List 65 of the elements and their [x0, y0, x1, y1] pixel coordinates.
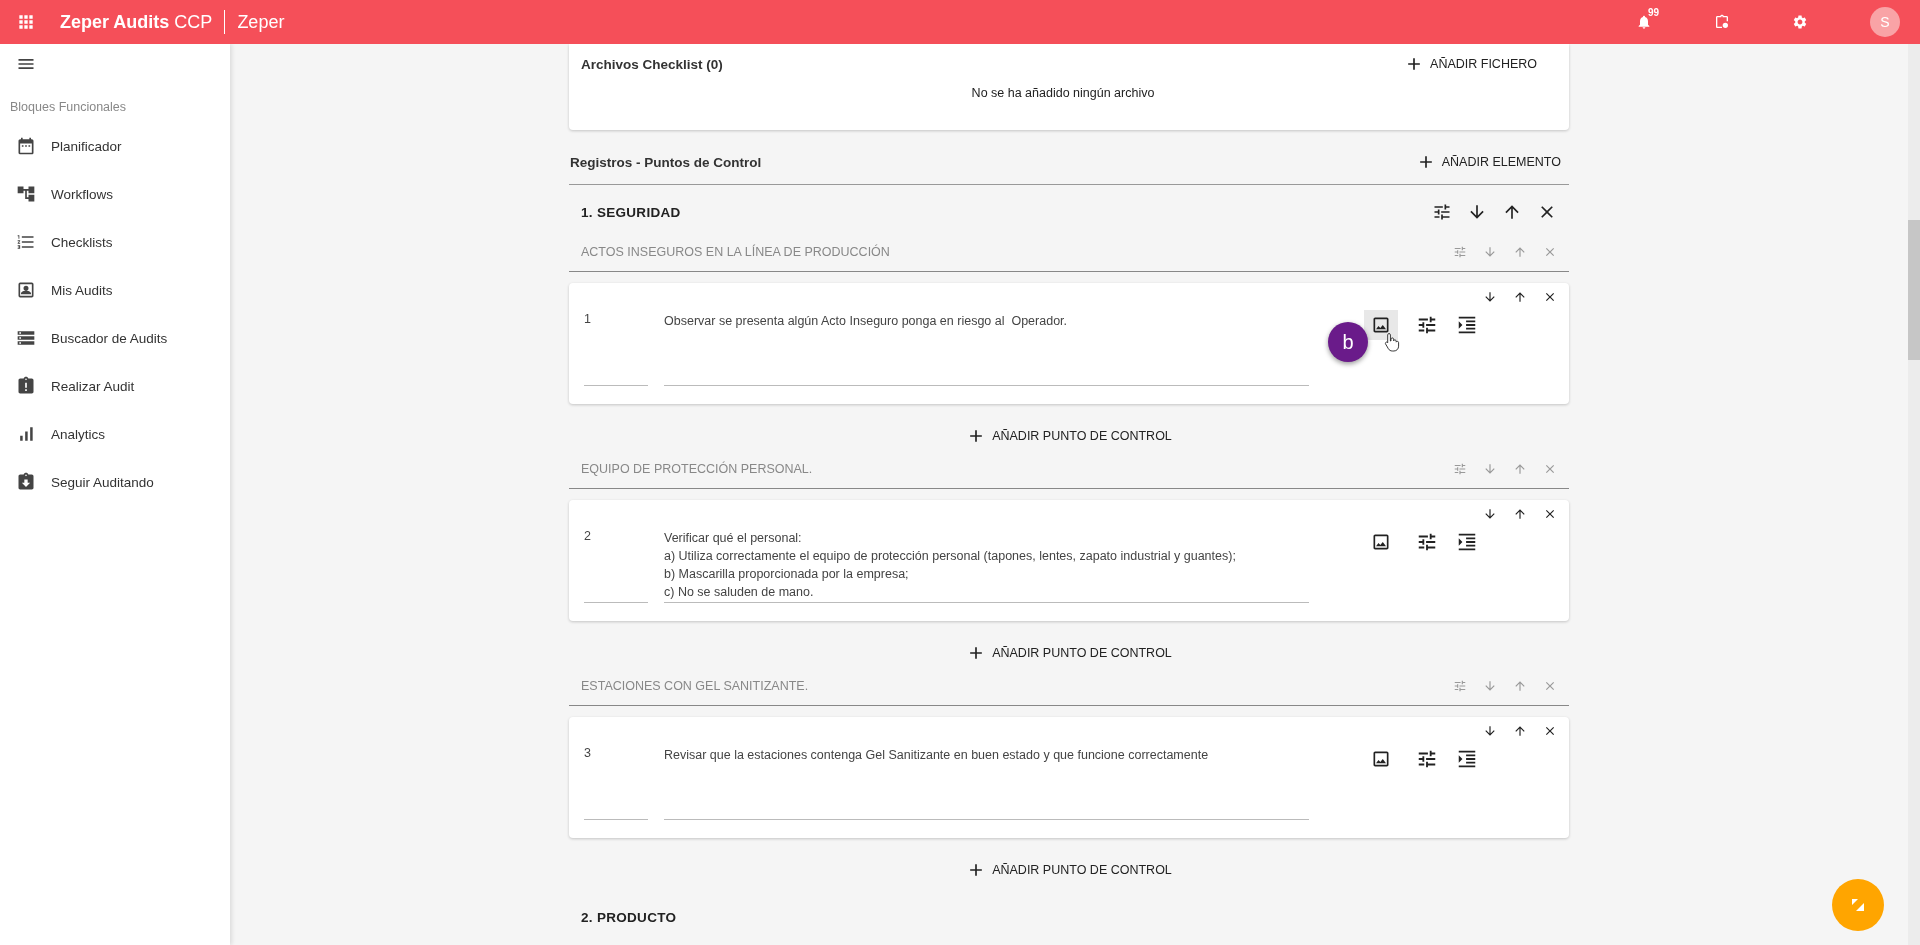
contact-card-icon: [16, 280, 36, 300]
app-title: Zeper Audits CCP: [60, 11, 213, 33]
settings-icon[interactable]: [1792, 14, 1808, 30]
sidebar-item[interactable]: Realizar Audit: [51, 378, 135, 394]
group-title: ESTACIONES CON GEL SANITIZANTE.: [581, 679, 809, 693]
group-title: EQUIPO DE PROTECCIÓN PERSONAL.: [581, 462, 813, 476]
notification-count: 99: [1648, 7, 1660, 18]
sidebar-item[interactable]: Analytics: [51, 426, 106, 442]
hierarchy-icon: [16, 184, 36, 204]
description-field[interactable]: Revisar que la estaciones contenga Gel Sanitizante en buen estado y que funcione correctamente: [664, 746, 1309, 820]
sidebar-item[interactable]: Seguir Auditando: [51, 474, 154, 490]
number-field[interactable]: 2: [584, 529, 648, 603]
indent-icon[interactable]: [1456, 748, 1478, 770]
tune-icon[interactable]: [1416, 531, 1438, 553]
sidebar-item[interactable]: Workflows: [51, 186, 113, 202]
clipboard-download-icon: [16, 472, 36, 492]
sidebar-item[interactable]: Mis Audits: [51, 282, 113, 298]
records-title: Registros - Puntos de Control: [570, 154, 762, 170]
move-up-icon[interactable]: [1513, 507, 1527, 521]
sidebar-section-title: Bloques Funcionales: [10, 100, 128, 114]
tune-icon[interactable]: [1432, 202, 1452, 222]
scrollbar[interactable]: [1908, 44, 1920, 945]
clipboard-alert-icon: [16, 376, 36, 396]
image-icon: [1371, 315, 1391, 335]
section-title: 1. SEGURIDAD: [581, 204, 681, 220]
tune-icon[interactable]: [1416, 314, 1438, 336]
apps-grid-icon[interactable]: [16, 12, 36, 32]
add-file-button[interactable]: AÑADIR FICHERO: [1396, 48, 1545, 80]
number-field[interactable]: 1: [584, 312, 648, 386]
sidebar-item[interactable]: Buscador de Audits: [51, 330, 168, 346]
files-title: Archivos Checklist (0): [581, 56, 723, 72]
move-down-icon[interactable]: [1483, 290, 1497, 304]
tour-marker: b: [1328, 322, 1368, 362]
sidebar-item[interactable]: Checklists: [51, 234, 113, 250]
image-icon: [1371, 749, 1391, 769]
description-field[interactable]: Observar se presenta algún Acto Inseguro ponga en riesgo al Operador.: [664, 312, 1309, 386]
tune-icon[interactable]: [1416, 748, 1438, 770]
add-control-point-button[interactable]: AÑADIR PUNTO DE CONTROL: [958, 637, 1180, 669]
add-element-button[interactable]: AÑADIR ELEMENTO: [1407, 146, 1569, 178]
move-down-icon[interactable]: [1483, 507, 1497, 521]
description-field[interactable]: Verificar qué el personal: a) Utiliza correctamente el equipo de protección personal (tapones, lentes, zapato industrial y guantes); b) Mascarilla proporcionada por la empresa; c) No se saluden de mano.: [664, 529, 1309, 603]
move-up-icon[interactable]: [1513, 724, 1527, 738]
group-title: ACTOS INSEGUROS EN LA LÍNEA DE PRODUCCIÓN: [581, 245, 890, 259]
sidebar-item[interactable]: Planificador: [51, 138, 122, 154]
number-field[interactable]: 3: [584, 746, 648, 820]
hand-cursor-icon: [1384, 332, 1400, 352]
company-name: Zeper: [224, 10, 285, 34]
add-image-button[interactable]: [1364, 310, 1398, 340]
empty-message: No se ha añadido ningún archivo: [970, 86, 1156, 100]
close-icon[interactable]: [1543, 507, 1557, 521]
notifications-icon[interactable]: [1636, 14, 1652, 30]
move-down-icon[interactable]: [1483, 724, 1497, 738]
add-control-point-button[interactable]: AÑADIR PUNTO DE CONTROL: [958, 420, 1180, 452]
image-icon: [1371, 532, 1391, 552]
add-control-point-button[interactable]: AÑADIR PUNTO DE CONTROL: [958, 854, 1180, 886]
close-icon[interactable]: [1543, 724, 1557, 738]
indent-icon[interactable]: [1456, 531, 1478, 553]
indent-icon[interactable]: [1456, 314, 1478, 336]
section-title: 2. PRODUCTO: [581, 909, 677, 925]
numbered-list-icon: [16, 232, 36, 252]
move-up-icon[interactable]: [1513, 290, 1527, 304]
calendar-icon: [16, 136, 36, 156]
close-icon[interactable]: [1543, 290, 1557, 304]
clipboard-clock-icon[interactable]: [1714, 14, 1730, 30]
stacked-rows-icon: [16, 328, 36, 348]
